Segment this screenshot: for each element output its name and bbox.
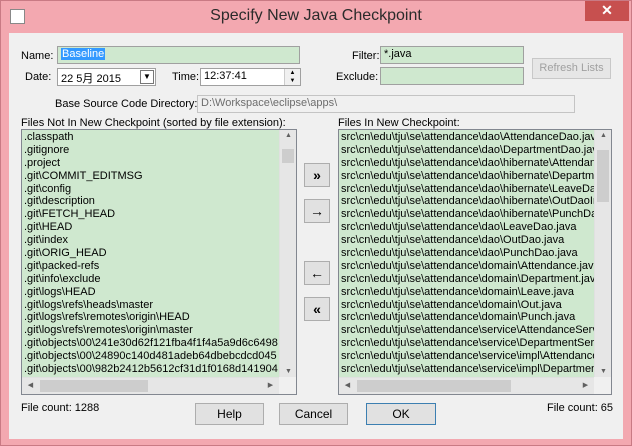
list-item[interactable]: .git\logs\refs\remotes\origin\master bbox=[24, 324, 278, 337]
name-value: Baseline bbox=[61, 48, 106, 60]
left-horizontal-scrollbar[interactable]: ◀ ▶ bbox=[22, 377, 279, 394]
list-item[interactable]: src\cn\edu\tju\se\attendance\dao\Attenda… bbox=[341, 131, 611, 144]
scroll-down-icon[interactable]: ▼ bbox=[595, 368, 611, 375]
list-item[interactable]: src\cn\edu\tju\se\attendance\service\Dep… bbox=[341, 337, 611, 350]
ok-button[interactable]: OK bbox=[366, 403, 436, 425]
left-vertical-scrollbar[interactable]: ▲ ▼ bbox=[279, 130, 296, 377]
left-hscroll-thumb[interactable] bbox=[40, 380, 148, 392]
list-item[interactable]: .git\objects\00\241e30d62f121fba4f1f4a5a… bbox=[24, 337, 278, 350]
included-files-rows: src\cn\edu\tju\se\attendance\dao\Attenda… bbox=[341, 131, 611, 376]
list-item[interactable]: src\cn\edu\tju\se\attendance\dao\PunchDa… bbox=[341, 247, 611, 260]
right-scroll-thumb[interactable] bbox=[597, 150, 609, 202]
scroll-up-icon[interactable]: ▲ bbox=[280, 132, 296, 139]
scroll-up-icon[interactable]: ▲ bbox=[595, 132, 611, 139]
right-vertical-scrollbar[interactable]: ▲ ▼ bbox=[594, 130, 611, 377]
list-item[interactable]: src\cn\edu\tju\se\attendance\service\imp… bbox=[341, 363, 611, 376]
list-item[interactable]: .git\description bbox=[24, 195, 278, 208]
excluded-files-rows: .classpath .gitignore .project .git\COMMIT_… bbox=[24, 131, 278, 376]
time-label: Time: bbox=[172, 71, 200, 83]
list-item[interactable]: src\cn\edu\tju\se\attendance\dao\hiberna… bbox=[341, 195, 611, 208]
list-item[interactable]: .git\objects\00\24890c140d481adeb64dbebc… bbox=[24, 350, 278, 363]
cancel-button[interactable]: Cancel bbox=[279, 403, 348, 425]
scroll-corner bbox=[279, 377, 296, 394]
list-item[interactable]: src\cn\edu\tju\se\attendance\dao\LeaveDa… bbox=[341, 221, 611, 234]
remove-all-button[interactable]: « bbox=[304, 297, 330, 321]
list-item[interactable]: src\cn\edu\tju\se\attendance\service\Att… bbox=[341, 324, 611, 337]
list-item[interactable]: src\cn\edu\tju\se\attendance\domain\Leav… bbox=[341, 286, 611, 299]
filter-label: Filter: bbox=[352, 50, 380, 62]
filter-input[interactable]: *.java bbox=[380, 46, 524, 64]
name-input[interactable]: Baseline bbox=[57, 46, 300, 64]
list-item[interactable]: src\cn\edu\tju\se\attendance\dao\hiberna… bbox=[341, 170, 611, 183]
base-dir-label: Base Source Code Directory: bbox=[55, 98, 198, 110]
list-item[interactable]: .git\logs\refs\heads\master bbox=[24, 299, 278, 312]
list-item[interactable]: .git\HEAD bbox=[24, 221, 278, 234]
right-list-header: Files In New Checkpoint: bbox=[338, 117, 460, 129]
time-value: 12:37:41 bbox=[204, 70, 247, 82]
add-button[interactable]: → bbox=[304, 199, 330, 223]
base-dir-input[interactable]: D:\Workspace\eclipse\apps\ bbox=[197, 95, 575, 113]
left-file-count: File count: 1288 bbox=[21, 402, 100, 414]
list-item[interactable]: src\cn\edu\tju\se\attendance\domain\Atte… bbox=[341, 260, 611, 273]
list-item[interactable]: .git\ORIG_HEAD bbox=[24, 247, 278, 260]
list-item[interactable]: src\cn\edu\tju\se\attendance\dao\Departm… bbox=[341, 144, 611, 157]
list-item[interactable]: src\cn\edu\tju\se\attendance\dao\hiberna… bbox=[341, 183, 611, 196]
scroll-corner bbox=[594, 377, 611, 394]
list-item[interactable]: .git\config bbox=[24, 183, 278, 196]
help-button[interactable]: Help bbox=[195, 403, 264, 425]
list-item[interactable]: src\cn\edu\tju\se\attendance\service\imp… bbox=[341, 350, 611, 363]
left-scroll-thumb[interactable] bbox=[282, 149, 294, 163]
add-all-button[interactable]: » bbox=[304, 163, 330, 187]
exclude-label: Exclude: bbox=[336, 71, 379, 83]
list-item[interactable]: .git\logs\refs\remotes\origin\HEAD bbox=[24, 311, 278, 324]
list-item[interactable]: src\cn\edu\tju\se\attendance\dao\hiberna… bbox=[341, 208, 611, 221]
close-button[interactable]: ✕ bbox=[585, 1, 629, 21]
date-picker[interactable]: 22 5月 2015 ▼ bbox=[57, 68, 156, 86]
exclude-input[interactable] bbox=[380, 67, 524, 85]
date-label: Date: bbox=[25, 71, 52, 83]
scroll-left-icon[interactable]: ◀ bbox=[22, 381, 39, 389]
date-value: 22 5月 2015 bbox=[61, 73, 121, 85]
list-item[interactable]: src\cn\edu\tju\se\attendance\domain\Out.… bbox=[341, 299, 611, 312]
scroll-right-icon[interactable]: ▶ bbox=[577, 381, 594, 389]
list-item[interactable]: .project bbox=[24, 157, 278, 170]
scroll-right-icon[interactable]: ▶ bbox=[262, 381, 279, 389]
list-item[interactable]: src\cn\edu\tju\se\attendance\domain\Depa… bbox=[341, 273, 611, 286]
remove-button[interactable]: ← bbox=[304, 261, 330, 285]
list-item[interactable]: src\cn\edu\tju\se\attendance\domain\Punc… bbox=[341, 311, 611, 324]
time-input[interactable]: 12:37:41 ▲ ▼ bbox=[200, 68, 301, 86]
list-item[interactable]: src\cn\edu\tju\se\attendance\dao\OutDao.… bbox=[341, 234, 611, 247]
refresh-lists-button[interactable]: Refresh Lists bbox=[532, 58, 611, 79]
title-bar[interactable]: Specify New Java Checkpoint ✕ bbox=[1, 1, 631, 33]
list-item[interactable]: .git\FETCH_HEAD bbox=[24, 208, 278, 221]
list-item[interactable]: .git\COMMIT_EDITMSG bbox=[24, 170, 278, 183]
scroll-left-icon[interactable]: ◀ bbox=[339, 381, 356, 389]
right-file-count: File count: 65 bbox=[547, 402, 614, 414]
spin-up-icon[interactable]: ▲ bbox=[284, 69, 300, 77]
right-hscroll-thumb[interactable] bbox=[357, 380, 511, 392]
list-item[interactable]: .git\logs\HEAD bbox=[24, 286, 278, 299]
window-title: Specify New Java Checkpoint bbox=[210, 7, 422, 24]
list-item[interactable]: .git\packed-refs bbox=[24, 260, 278, 273]
left-list-header: Files Not In New Checkpoint (sorted by f… bbox=[21, 117, 286, 129]
list-item[interactable]: .git\index bbox=[24, 234, 278, 247]
list-item[interactable]: .classpath bbox=[24, 131, 278, 144]
dialog-window: Specify New Java Checkpoint ✕ Name: Base… bbox=[0, 0, 632, 446]
scroll-down-icon[interactable]: ▼ bbox=[280, 368, 296, 375]
list-item[interactable]: .git\info\exclude bbox=[24, 273, 278, 286]
right-horizontal-scrollbar[interactable]: ◀ ▶ bbox=[339, 377, 594, 394]
list-item[interactable]: src\cn\edu\tju\se\attendance\dao\hiberna… bbox=[341, 157, 611, 170]
list-item[interactable]: .gitignore bbox=[24, 144, 278, 157]
excluded-files-list[interactable]: .classpath .gitignore .project .git\COMMIT_… bbox=[21, 129, 297, 395]
name-label: Name: bbox=[21, 50, 54, 62]
dropdown-icon[interactable]: ▼ bbox=[140, 70, 154, 84]
included-files-list[interactable]: src\cn\edu\tju\se\attendance\dao\Attenda… bbox=[338, 129, 612, 395]
spin-down-icon[interactable]: ▼ bbox=[284, 77, 300, 85]
dialog-body: Name: Baseline Date: 22 5月 2015 ▼ Time: … bbox=[9, 33, 623, 439]
list-item[interactable]: .git\objects\00\982b2412b5612cf31d1f0168… bbox=[24, 363, 278, 376]
